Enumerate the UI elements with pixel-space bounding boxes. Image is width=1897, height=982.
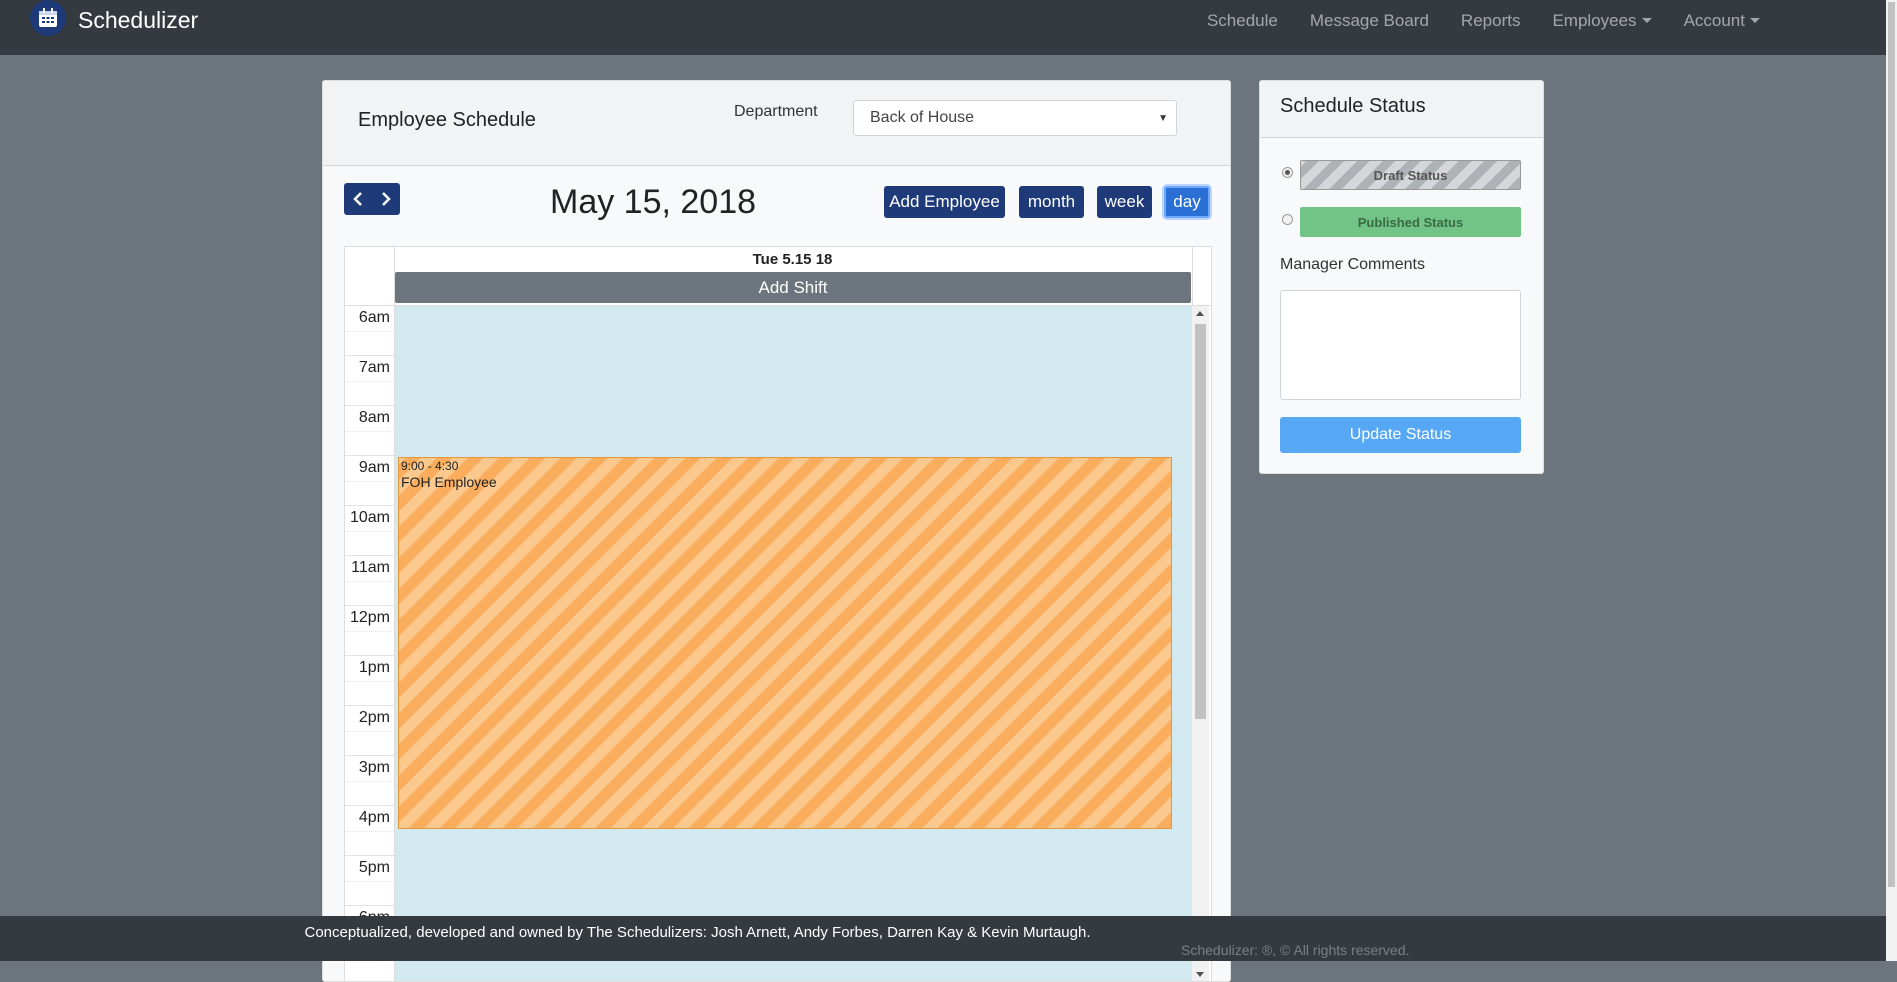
time-label: 12pm [349, 609, 390, 626]
nav-employees-label: Employees [1552, 11, 1637, 30]
time-label: 8am [358, 409, 390, 426]
footer: Conceptualized, developed and owned by T… [0, 916, 1886, 961]
time-axis-header [345, 247, 395, 305]
time-slot: 1pm [345, 656, 394, 706]
nav-schedule[interactable]: Schedule [1207, 11, 1278, 31]
scroll-up-arrow-icon[interactable] [1196, 311, 1204, 316]
navbar: Schedulizer Schedule Message Board Repor… [0, 0, 1886, 55]
time-label: 2pm [358, 709, 390, 726]
shift-event-title: FOH Employee [401, 474, 497, 490]
time-slot: 11am [345, 556, 394, 606]
prev-button[interactable] [344, 183, 372, 215]
draft-radio[interactable] [1282, 167, 1293, 178]
published-radio[interactable] [1282, 214, 1293, 225]
time-label: 4pm [358, 809, 390, 826]
brand-name: Schedulizer [78, 6, 199, 33]
nav-links: Schedule Message Board Reports Employees… [1207, 0, 1760, 42]
add-shift-button[interactable]: Add Shift [395, 272, 1191, 303]
draft-status-label[interactable]: Draft Status [1300, 160, 1521, 190]
time-slot: 12pm [345, 606, 394, 656]
caret-down-icon [1641, 18, 1652, 23]
page-scrollbar[interactable] [1886, 0, 1897, 961]
prev-next-group [344, 183, 400, 215]
page-scrollbar-thumb[interactable] [1888, 2, 1895, 887]
time-slot: 3pm [345, 756, 394, 806]
nav-account-dropdown[interactable]: Account [1684, 11, 1760, 31]
nav-employees-dropdown[interactable]: Employees [1552, 11, 1652, 31]
chevron-right-icon [382, 192, 391, 206]
update-status-button[interactable]: Update Status [1280, 417, 1521, 453]
day-column[interactable]: 9:00 - 4:30 FOH Employee [395, 306, 1192, 981]
day-column-header: Tue 5.15 18 [752, 251, 833, 268]
status-card-header: Schedule Status [1260, 81, 1543, 138]
time-slot: 4pm [345, 806, 394, 856]
department-select-value: Back of House [870, 109, 975, 126]
schedule-card: Employee Schedule Department Back of Hou… [322, 80, 1231, 982]
status-title: Schedule Status [1280, 95, 1426, 117]
published-status-label[interactable]: Published Status [1300, 207, 1521, 237]
calendar-scrollbar-thumb[interactable] [1195, 324, 1206, 719]
page-title: Employee Schedule [358, 109, 536, 131]
time-label: 3pm [358, 759, 390, 776]
add-employee-button[interactable]: Add Employee [884, 186, 1005, 218]
day-view-button[interactable]: day [1164, 186, 1210, 218]
calendar-scrollbar[interactable] [1192, 306, 1209, 981]
time-label: 6am [358, 309, 390, 326]
time-label: 9am [358, 459, 390, 476]
month-view-button[interactable]: month [1019, 186, 1084, 218]
time-label: 7am [358, 359, 390, 376]
time-label: 5pm [358, 859, 390, 876]
time-label: 10am [349, 509, 390, 526]
caret-down-icon [1750, 18, 1760, 23]
time-axis: 6am 7am 8am 9am 10am 11am 12pm 1pm 2pm 3… [345, 306, 395, 981]
time-label: 1pm [358, 659, 390, 676]
shift-event[interactable]: 9:00 - 4:30 FOH Employee [398, 457, 1172, 829]
schedule-status-card: Schedule Status Draft Status Published S… [1259, 80, 1544, 474]
chevron-left-icon [353, 192, 362, 206]
select-arrow-icon: ▼ [1158, 113, 1168, 124]
time-slot: 8am [345, 406, 394, 456]
time-slot: 7am [345, 356, 394, 406]
time-slot: 10am [345, 506, 394, 556]
brand[interactable]: Schedulizer [30, 0, 198, 40]
footer-copyright: Schedulizer: ®, © All rights reserved. [1181, 942, 1410, 958]
department-select[interactable]: Back of House ▼ [853, 100, 1177, 136]
nav-reports[interactable]: Reports [1461, 11, 1521, 31]
calendar-icon [30, 0, 66, 36]
manager-comments-label: Manager Comments [1280, 256, 1425, 273]
week-view-button[interactable]: week [1097, 186, 1152, 218]
footer-credits: Conceptualized, developed and owned by T… [304, 924, 1091, 941]
calendar-date-title: May 15, 2018 [550, 183, 757, 221]
time-label: 11am [351, 559, 390, 576]
time-slot: 9am [345, 456, 394, 506]
nav-account-label: Account [1683, 11, 1745, 30]
grid-divider [1192, 247, 1193, 305]
calendar-grid-header: Tue 5.15 18 Add Shift [345, 247, 1211, 306]
department-label: Department [734, 103, 818, 120]
time-slot: 5pm [345, 856, 394, 906]
scroll-down-arrow-icon[interactable] [1196, 972, 1204, 977]
schedule-card-header: Employee Schedule Department Back of Hou… [323, 81, 1230, 166]
time-slot: 2pm [345, 706, 394, 756]
calendar-grid: Tue 5.15 18 Add Shift 6am 7am 8am 9am 10… [344, 246, 1212, 981]
nav-message-board[interactable]: Message Board [1310, 11, 1429, 31]
shift-event-time: 9:00 - 4:30 [401, 459, 459, 473]
manager-comments-textarea[interactable] [1280, 290, 1521, 400]
time-slot: 6am [345, 306, 394, 356]
next-button[interactable] [372, 183, 400, 215]
